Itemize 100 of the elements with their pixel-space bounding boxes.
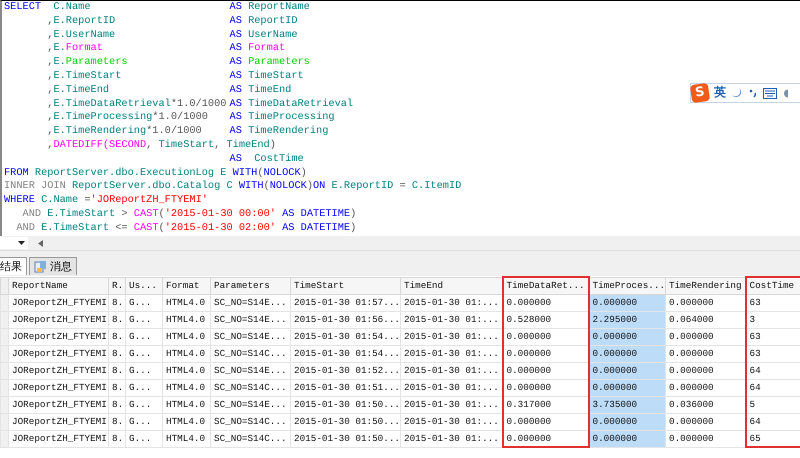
table-cell: HTML4.0 xyxy=(162,311,210,328)
code-line: AND E.TimeStart <= CAST('2015-01-30 02:00' AS DATETIME) xyxy=(15,222,356,236)
table-cell: 63 xyxy=(746,328,800,345)
table-cell: HTML4.0 xyxy=(162,345,210,362)
column-header[interactable]: ReportName xyxy=(8,277,108,294)
table-cell: HTML4.0 xyxy=(162,362,210,379)
table-cell: 8. xyxy=(108,345,126,362)
table-cell: HTML4.0 xyxy=(162,413,210,430)
table-cell: 0.000000 xyxy=(588,413,666,430)
table-cell: 0.317000 xyxy=(502,396,588,413)
table-cell: 0.000000 xyxy=(502,294,588,311)
row-header[interactable] xyxy=(0,294,8,311)
caret-icon xyxy=(18,241,25,245)
table-cell: JOReportZH_FTYEMI xyxy=(8,379,108,396)
column-header[interactable]: Us... xyxy=(126,277,162,294)
table-cell: SC_NO=S14E... xyxy=(210,362,290,379)
code-line: ,E.TimeRendering*1.0/1000 AS TimeRendering xyxy=(46,125,328,139)
table-cell: SC_NO=S14E... xyxy=(210,294,290,311)
table-cell: HTML4.0 xyxy=(162,294,210,311)
table-cell: 0.000000 xyxy=(588,328,666,345)
code-line: ,E.ReportID AS ReportID xyxy=(46,14,298,29)
table-cell: JOReportZH_FTYEMI xyxy=(8,294,108,311)
column-header[interactable]: Parameters xyxy=(210,277,290,294)
table-cell: G... xyxy=(126,328,162,345)
table-cell: G... xyxy=(126,345,162,362)
table-cell: 8. xyxy=(108,430,126,447)
column-header[interactable]: CostTime xyxy=(746,277,800,294)
table-cell: 0.000000 xyxy=(588,430,666,447)
table-cell: 8. xyxy=(108,311,126,328)
table-cell: 2.295000 xyxy=(588,311,666,328)
code-line: AS CostTime xyxy=(228,152,304,167)
column-header[interactable]: TimeDataRet... xyxy=(502,277,588,294)
row-header[interactable] xyxy=(0,430,8,447)
table-cell: 63 xyxy=(746,345,800,362)
dropdown-field[interactable] xyxy=(0,237,28,249)
code-line: AND E.TimeStart > CAST('2015-01-30 00:00' AS DATETIME) xyxy=(22,208,356,222)
table-cell: 0.000000 xyxy=(588,362,666,379)
table-cell: G... xyxy=(126,362,162,379)
code-line: INNER JOIN ReportServer.dbo.Catalog C WITH(NOLOCK)ON E.ReportID = C.ItemID xyxy=(4,180,462,194)
row-header[interactable] xyxy=(0,311,8,328)
row-header[interactable] xyxy=(0,379,8,396)
table-cell: 64 xyxy=(746,413,800,430)
table-cell: 8. xyxy=(108,413,126,430)
table-cell: 2015-01-30 01:57... xyxy=(290,294,400,311)
punctuation-icon[interactable] xyxy=(748,87,758,99)
table-cell: SC_NO=S14E... xyxy=(210,396,290,413)
table-cell: G... xyxy=(126,430,162,447)
table-cell: JOReportZH_FTYEMI xyxy=(8,345,108,362)
table-cell: G... xyxy=(126,413,162,430)
code-line: ,E.TimeEnd AS TimeEnd xyxy=(46,84,292,98)
table-cell: JOReportZH_FTYEMI xyxy=(8,311,108,328)
column-header[interactable]: Format xyxy=(162,277,210,294)
code-line: ,DATEDIFF(SECOND, TimeStart, TimeEnd) xyxy=(46,138,276,153)
table-cell: 2015-01-30 01:54... xyxy=(290,345,400,362)
table-cell: 0.000000 xyxy=(588,294,666,311)
code-line: ,E.Parameters AS Parameters xyxy=(46,56,310,70)
table-cell: SC_NO=S14C... xyxy=(210,430,290,447)
row-header[interactable] xyxy=(0,396,8,413)
table-cell: 3.735000 xyxy=(588,396,666,413)
table-cell: 8. xyxy=(108,396,126,413)
code-line: ,E.TimeDataRetrieval*1.0/1000 AS TimeDataRetrieval xyxy=(46,98,354,112)
code-line: SELECT C.Name AS ReportName xyxy=(4,1,310,15)
table-cell: 8. xyxy=(108,362,126,379)
table-cell: JOReportZH_FTYEMI xyxy=(8,362,108,379)
table-cell: 2015-01-30 01:50... xyxy=(290,430,400,447)
code-line: ,E.UserName AS UserName xyxy=(46,28,298,42)
table-cell: 5 xyxy=(746,396,800,413)
column-header[interactable]: TimeRendering xyxy=(666,277,746,294)
table-cell: 8. xyxy=(108,294,126,311)
column-header[interactable]: TimeProces... xyxy=(588,277,666,294)
table-cell: 63 xyxy=(746,294,800,311)
table-cell: JOReportZH_FTYEMI xyxy=(8,396,108,413)
results-tab[interactable]: 消息 xyxy=(29,257,77,275)
table-cell: HTML4.0 xyxy=(162,379,210,396)
table-cell: 3 xyxy=(746,311,800,328)
message-icon xyxy=(34,260,47,273)
moon-icon[interactable] xyxy=(731,87,743,99)
table-cell: 8. xyxy=(108,379,126,396)
row-header[interactable] xyxy=(0,345,8,362)
table-cell: 64 xyxy=(746,379,800,396)
table-cell: 2015-01-30 01:56... xyxy=(290,311,400,328)
table-cell: HTML4.0 xyxy=(162,328,210,345)
keyboard-icon[interactable] xyxy=(763,88,777,98)
table-cell: 65 xyxy=(746,430,800,447)
table-cell: SC_NO=S14C... xyxy=(210,413,290,430)
table-cell: 0.000000 xyxy=(502,362,588,379)
input-mode-toggle[interactable]: 英 xyxy=(714,86,726,100)
table-cell: 0.000000 xyxy=(502,328,588,345)
row-header[interactable] xyxy=(0,362,8,379)
results-tab[interactable]: 结果 xyxy=(0,257,27,275)
code-line: ,E.Format AS Format xyxy=(46,42,286,56)
table-cell: G... xyxy=(126,311,162,328)
row-header[interactable] xyxy=(0,413,8,430)
row-header[interactable] xyxy=(0,328,8,345)
table-cell: SC_NO=S14E... xyxy=(210,328,290,345)
column-header[interactable]: R.. xyxy=(108,277,126,294)
column-header[interactable]: TimeEnd xyxy=(400,277,502,294)
column-header[interactable]: TimeStart xyxy=(290,277,400,294)
scroll-left-icon[interactable] xyxy=(38,240,43,246)
table-cell: 0.000000 xyxy=(588,379,666,396)
